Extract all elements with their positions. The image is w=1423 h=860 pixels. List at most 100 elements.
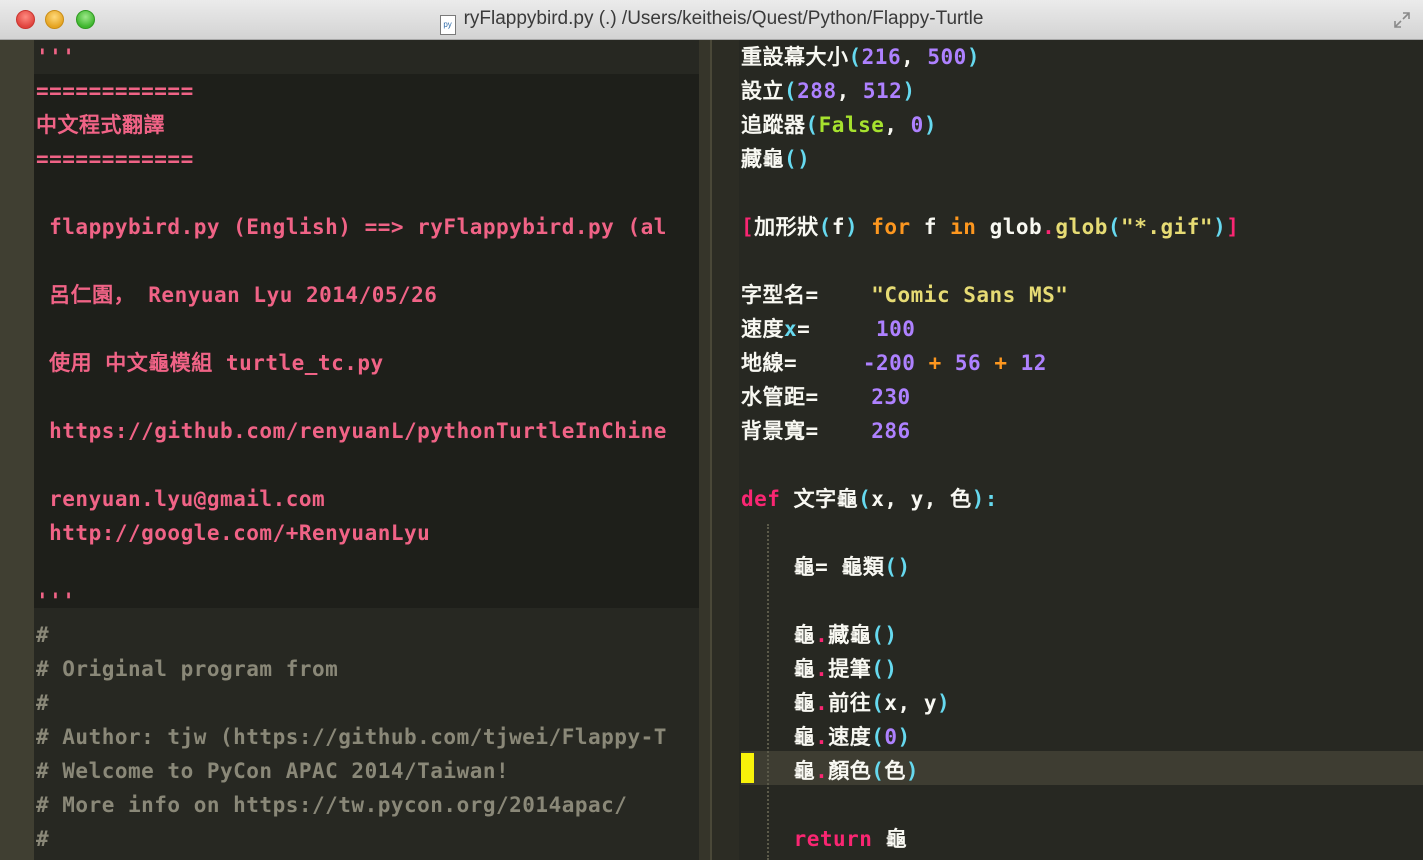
- code-token: ): [1213, 215, 1227, 239]
- code-line[interactable]: 龜.速度(0): [741, 720, 911, 754]
- code-line[interactable]: 中文程式翻譯: [36, 108, 165, 142]
- code-line[interactable]: http://google.com/+RenyuanLyu: [36, 516, 430, 550]
- code-token: f: [923, 215, 937, 239]
- code-token: 216: [861, 45, 902, 69]
- code-token: 水管距=: [741, 385, 819, 409]
- code-token: for: [858, 215, 924, 239]
- code-token: 288: [797, 79, 837, 103]
- code-line[interactable]: ============: [36, 142, 194, 176]
- code-line[interactable]: def 文字龜(x, y, 色):: [741, 482, 998, 516]
- code-token: def: [741, 487, 794, 511]
- code-line[interactable]: 呂仁園， Renyuan Lyu 2014/05/26: [36, 278, 437, 312]
- title-bar: py ryFlappybird.py (.) /Users/keitheis/Qu…: [0, 0, 1423, 40]
- code-token: 加形狀: [754, 215, 819, 239]
- code-token: [: [741, 215, 755, 239]
- code-line[interactable]: 使用 中文龜模組 turtle_tc.py: [36, 346, 384, 380]
- code-token: 藏龜: [828, 623, 872, 647]
- code-line[interactable]: 字型名= "Comic Sans MS": [741, 278, 1068, 312]
- code-token: ): [936, 691, 951, 715]
- code-token: 重設幕大小: [741, 45, 849, 69]
- code-token: (: [858, 487, 872, 511]
- code-token: 龜: [741, 623, 816, 647]
- code-token: 0: [884, 725, 898, 749]
- code-token: ,: [884, 113, 911, 137]
- code-token: glob: [989, 215, 1043, 239]
- code-token: +: [915, 351, 955, 375]
- code-line[interactable]: 速度x= 100: [741, 312, 915, 346]
- code-line[interactable]: # Original program from: [36, 652, 338, 686]
- code-token: 230: [818, 385, 911, 409]
- code-token: 龜: [885, 827, 908, 851]
- code-token: 龜= 龜類: [741, 555, 885, 579]
- code-token: +: [981, 351, 1021, 375]
- code-token: .: [815, 623, 829, 647]
- fullscreen-icon[interactable]: [1393, 11, 1411, 29]
- code-line[interactable]: 水管距= 230: [741, 380, 911, 414]
- code-token: x: [784, 317, 798, 341]
- code-token: (): [784, 147, 811, 171]
- code-token: (: [871, 691, 885, 715]
- code-token: 速度: [741, 317, 784, 341]
- code-line[interactable]: # More info on https://tw.pycon.org/2014…: [36, 788, 627, 822]
- code-line[interactable]: #: [36, 822, 49, 856]
- code-token: ): [923, 113, 937, 137]
- code-line[interactable]: [加形狀(f) for f in glob.glob("*.gif")]: [741, 210, 1239, 244]
- code-line[interactable]: #: [36, 686, 49, 720]
- code-line[interactable]: 龜.前往(x, y): [741, 686, 950, 720]
- code-token: 龜: [741, 759, 816, 783]
- code-line[interactable]: 追蹤器(False, 0): [741, 108, 937, 142]
- code-token: 龜: [741, 657, 816, 681]
- code-line[interactable]: ''': [36, 584, 75, 618]
- code-line[interactable]: 設立(288, 512): [741, 74, 915, 108]
- code-token: (: [871, 725, 885, 749]
- code-token: 前往: [828, 691, 872, 715]
- code-token: ]: [1226, 215, 1240, 239]
- code-line[interactable]: # Author: tjw (https://github.com/tjwei/…: [36, 720, 667, 754]
- code-line[interactable]: ============: [36, 74, 194, 108]
- code-line[interactable]: flappybird.py (English) ==> ryFlappybird…: [36, 210, 667, 244]
- code-line[interactable]: return 龜: [741, 822, 907, 856]
- code-token: .: [815, 759, 829, 783]
- right-gutter: [712, 40, 739, 860]
- code-token: 背景寬=: [741, 419, 819, 443]
- code-token: ): [905, 759, 920, 783]
- code-line[interactable]: #: [36, 618, 49, 652]
- code-line[interactable]: 龜.顏色(色): [741, 754, 919, 788]
- code-token: 字型名=: [741, 283, 832, 307]
- code-line[interactable]: # Welcome to PyCon APAC 2014/Taiwan!: [36, 754, 509, 788]
- code-line[interactable]: 龜.提筆(): [741, 652, 898, 686]
- code-line[interactable]: ''': [36, 40, 75, 74]
- code-token: 512: [862, 79, 903, 103]
- code-line[interactable]: 藏龜(): [741, 142, 810, 176]
- code-token: 色: [884, 759, 906, 783]
- code-token: 龜: [741, 725, 816, 749]
- window-title: py ryFlappybird.py (.) /Users/keitheis/Qu…: [0, 8, 1423, 35]
- code-token: "*.gif": [1121, 215, 1214, 239]
- editor-pane-left[interactable]: ''' ============ 中文程式翻譯 ============ flappy…: [0, 40, 712, 860]
- code-token: ,: [836, 79, 863, 103]
- code-token: (): [871, 657, 898, 681]
- code-line[interactable]: 重設幕大小(216, 500): [741, 40, 980, 74]
- code-token: (: [784, 79, 798, 103]
- code-token: 文字龜: [793, 487, 859, 511]
- code-token: 56: [954, 351, 982, 375]
- code-token: 100: [823, 317, 916, 341]
- code-token: 12: [1020, 351, 1047, 375]
- code-token: f: [831, 215, 845, 239]
- editor-pane-right[interactable]: 重設幕大小(216, 500) 設立(288, 512) 追蹤器(False, 0)…: [712, 40, 1423, 860]
- code-token: 設立: [741, 79, 784, 103]
- code-line[interactable]: 地線= -200 + 56 + 12: [741, 346, 1047, 380]
- code-token: return: [741, 827, 886, 851]
- code-token: 龜: [741, 691, 816, 715]
- code-line[interactable]: 龜.藏龜(): [741, 618, 898, 652]
- code-line[interactable]: 背景寬= 286: [741, 414, 911, 448]
- code-line[interactable]: renyuan.lyu@gmail.com: [36, 482, 325, 516]
- code-token: 286: [818, 419, 911, 443]
- code-token: ,: [901, 45, 928, 69]
- code-token: 500: [927, 45, 967, 69]
- code-token: -200: [797, 351, 916, 375]
- code-line[interactable]: 龜= 龜類(): [741, 550, 911, 584]
- code-token: .: [815, 691, 829, 715]
- code-line[interactable]: https://github.com/renyuanL/pythonTurtle…: [36, 414, 667, 448]
- code-token: (: [1107, 215, 1122, 239]
